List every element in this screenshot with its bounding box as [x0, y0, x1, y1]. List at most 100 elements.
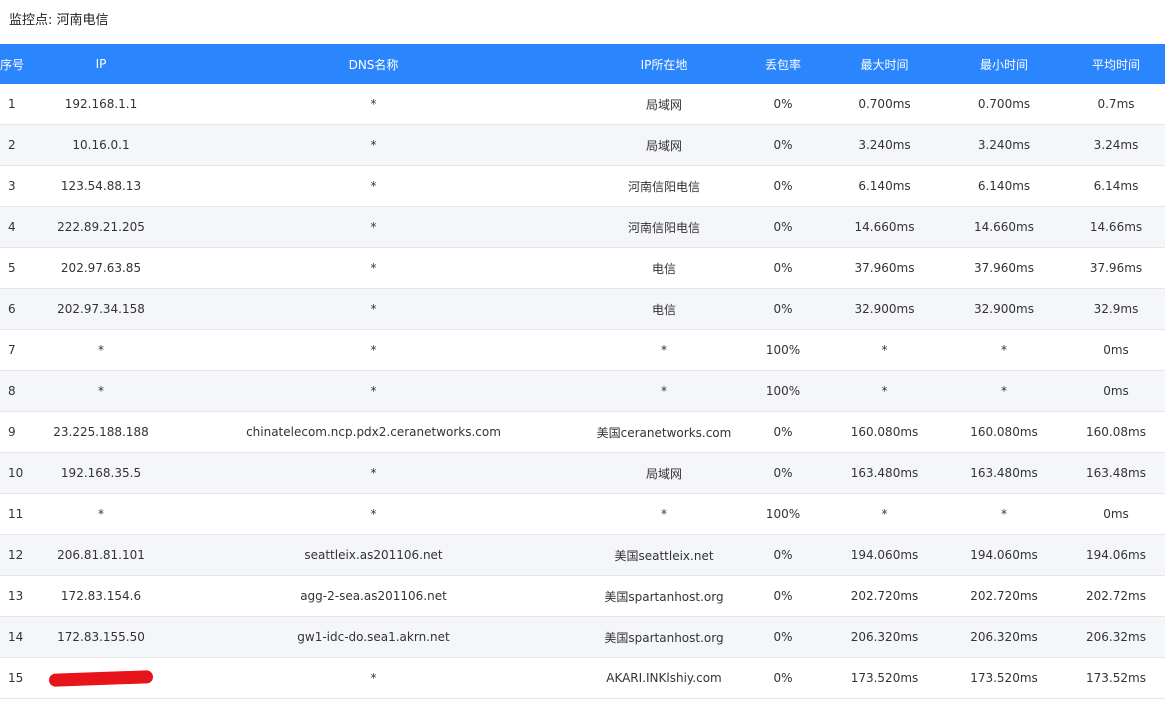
table-row: 5 202.97.63.85 * 电信 0% 37.960ms 37.960ms…	[0, 247, 1165, 289]
hop-avg-time: 6.14ms	[1067, 165, 1165, 207]
hop-min-time: 0.700ms	[941, 84, 1067, 125]
hop-location: 局域网	[590, 84, 738, 125]
hop-dns-name: *	[157, 124, 590, 166]
monitor-point-label: 监控点: 河南电信	[9, 13, 109, 28]
table-row: 15 * AKARI.INKlshiy.com 0% 173.520ms 173…	[0, 657, 1165, 699]
hop-location: 河南信阳电信	[590, 165, 738, 207]
hop-index: 15	[0, 657, 45, 699]
hop-index: 7	[0, 329, 45, 371]
hop-index: 12	[0, 534, 45, 576]
hop-index: 6	[0, 288, 45, 330]
hop-index: 2	[0, 124, 45, 166]
hop-location: 美国ceranetworks.com	[590, 411, 738, 453]
hop-location: 河南信阳电信	[590, 206, 738, 248]
hop-index: 9	[0, 411, 45, 453]
hop-min-time: 163.480ms	[941, 452, 1067, 494]
hop-index: 14	[0, 616, 45, 658]
column-header-ip: IP	[45, 44, 157, 84]
hop-location: *	[590, 493, 738, 535]
hop-packet-loss: 0%	[738, 206, 828, 248]
hop-ip	[45, 657, 157, 699]
hop-ip: 222.89.21.205	[45, 206, 157, 248]
table-row: 7 * * * 100% * * 0ms	[0, 329, 1165, 371]
hop-max-time: 3.240ms	[828, 124, 941, 166]
hop-avg-time: 194.06ms	[1067, 534, 1165, 576]
hop-min-time: 173.520ms	[941, 657, 1067, 699]
table-row: 12 206.81.81.101 seattleix.as201106.net …	[0, 534, 1165, 576]
hop-min-time: *	[941, 370, 1067, 412]
hop-packet-loss: 0%	[738, 288, 828, 330]
table-row: 4 222.89.21.205 * 河南信阳电信 0% 14.660ms 14.…	[0, 206, 1165, 248]
hop-packet-loss: 0%	[738, 534, 828, 576]
hop-min-time: *	[941, 329, 1067, 371]
hop-ip: *	[45, 329, 157, 371]
hop-ip: 172.83.155.50	[45, 616, 157, 658]
hop-avg-time: 202.72ms	[1067, 575, 1165, 617]
hop-index: 10	[0, 452, 45, 494]
table-header-row: 序号 IP DNS名称 IP所在地 丢包率 最大时间 最小时间 平均时间	[0, 44, 1165, 84]
table-row: 8 * * * 100% * * 0ms	[0, 370, 1165, 412]
hop-ip: 202.97.63.85	[45, 247, 157, 289]
hop-avg-time: 0ms	[1067, 493, 1165, 535]
hop-max-time: 6.140ms	[828, 165, 941, 207]
hop-packet-loss: 0%	[738, 657, 828, 699]
hop-location: *	[590, 370, 738, 412]
hop-dns-name: agg-2-sea.as201106.net	[157, 575, 590, 617]
hop-max-time: 194.060ms	[828, 534, 941, 576]
hop-ip: 206.81.81.101	[45, 534, 157, 576]
hop-ip: 10.16.0.1	[45, 124, 157, 166]
hop-dns-name: *	[157, 493, 590, 535]
hop-ip: 202.97.34.158	[45, 288, 157, 330]
hop-dns-name: *	[157, 247, 590, 289]
hop-ip: 192.168.35.5	[45, 452, 157, 494]
hop-packet-loss: 0%	[738, 575, 828, 617]
hop-max-time: 173.520ms	[828, 657, 941, 699]
hop-max-time: 14.660ms	[828, 206, 941, 248]
hop-index: 11	[0, 493, 45, 535]
hop-min-time: 37.960ms	[941, 247, 1067, 289]
hop-index: 13	[0, 575, 45, 617]
hop-index: 8	[0, 370, 45, 412]
hop-location: 电信	[590, 288, 738, 330]
redacted-ip-mark	[48, 670, 154, 687]
hop-avg-time: 173.52ms	[1067, 657, 1165, 699]
hop-location: AKARI.INKlshiy.com	[590, 657, 738, 699]
hop-packet-loss: 100%	[738, 370, 828, 412]
column-header-dns-name: DNS名称	[157, 44, 590, 84]
hop-avg-time: 0ms	[1067, 329, 1165, 371]
column-header-min-time: 最小时间	[941, 44, 1067, 84]
hop-index: 3	[0, 165, 45, 207]
hop-packet-loss: 0%	[738, 247, 828, 289]
table-row: 1 192.168.1.1 * 局域网 0% 0.700ms 0.700ms 0…	[0, 84, 1165, 125]
hop-max-time: *	[828, 370, 941, 412]
table-row: 3 123.54.88.13 * 河南信阳电信 0% 6.140ms 6.140…	[0, 165, 1165, 207]
hop-dns-name: *	[157, 84, 590, 125]
hop-index: 4	[0, 206, 45, 248]
hop-dns-name: *	[157, 165, 590, 207]
hop-avg-time: 0.7ms	[1067, 84, 1165, 125]
hop-max-time: *	[828, 329, 941, 371]
hop-max-time: 32.900ms	[828, 288, 941, 330]
hop-packet-loss: 100%	[738, 329, 828, 371]
traceroute-table: 序号 IP DNS名称 IP所在地 丢包率 最大时间 最小时间 平均时间 1 1…	[0, 44, 1165, 699]
hop-packet-loss: 0%	[738, 165, 828, 207]
table-row: 11 * * * 100% * * 0ms	[0, 493, 1165, 535]
table-row: 9 23.225.188.188 chinatelecom.ncp.pdx2.c…	[0, 411, 1165, 453]
hop-location: 美国seattleix.net	[590, 534, 738, 576]
table-body: 1 192.168.1.1 * 局域网 0% 0.700ms 0.700ms 0…	[0, 84, 1165, 699]
hop-ip: *	[45, 493, 157, 535]
hop-packet-loss: 0%	[738, 411, 828, 453]
hop-min-time: 32.900ms	[941, 288, 1067, 330]
hop-packet-loss: 0%	[738, 124, 828, 166]
hop-min-time: *	[941, 493, 1067, 535]
table-row: 6 202.97.34.158 * 电信 0% 32.900ms 32.900m…	[0, 288, 1165, 330]
hop-packet-loss: 0%	[738, 616, 828, 658]
hop-avg-time: 3.24ms	[1067, 124, 1165, 166]
hop-packet-loss: 100%	[738, 493, 828, 535]
column-header-ip-location: IP所在地	[590, 44, 738, 84]
hop-min-time: 6.140ms	[941, 165, 1067, 207]
hop-avg-time: 206.32ms	[1067, 616, 1165, 658]
hop-ip: 172.83.154.6	[45, 575, 157, 617]
hop-avg-time: 160.08ms	[1067, 411, 1165, 453]
hop-min-time: 194.060ms	[941, 534, 1067, 576]
